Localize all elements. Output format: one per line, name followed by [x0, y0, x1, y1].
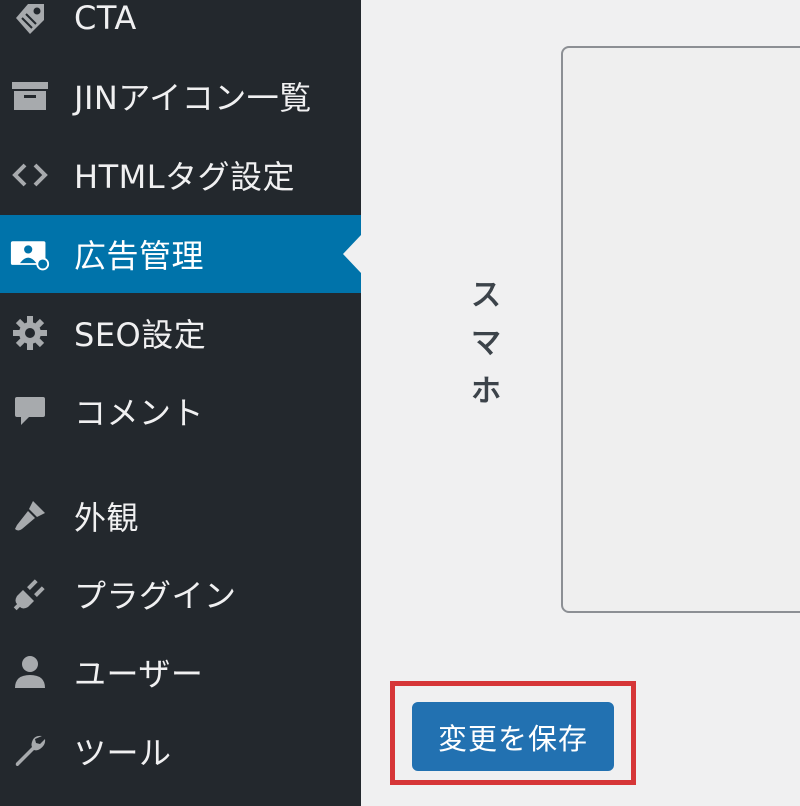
gear-icon: [10, 313, 50, 353]
wrench-icon: [10, 731, 50, 771]
sidebar-item-plugins[interactable]: プラグイン: [0, 555, 361, 633]
paint-brush-icon: [10, 496, 50, 536]
sidebar-item-label: コメント: [74, 394, 205, 432]
sidebar-item-ad-management[interactable]: 広告管理: [0, 215, 361, 293]
sidebar-item-label: HTMLタグ設定: [74, 158, 296, 196]
sidebar-item-tools[interactable]: ツール: [0, 712, 361, 790]
current-item-arrow: [343, 235, 361, 273]
code-icon: [10, 155, 50, 195]
sidebar-item-label: 広告管理: [74, 237, 205, 275]
device-label: スマホ: [471, 278, 501, 409]
sidebar-item-label: SEO設定: [74, 316, 207, 354]
sidebar-item-jin-icons[interactable]: JINアイコン一覧: [0, 57, 361, 135]
ad-code-textarea[interactable]: [561, 46, 800, 613]
sidebar-item-seo[interactable]: SEO設定: [0, 294, 361, 372]
sidebar-item-label: ツール: [74, 734, 172, 772]
sidebar-item-label: CTA: [74, 0, 137, 37]
plug-icon: [10, 574, 50, 614]
save-changes-button[interactable]: 変更を保存: [412, 702, 614, 771]
sidebar-item-label: 外観: [74, 499, 140, 537]
sidebar-item-label: ユーザー: [74, 655, 204, 693]
user-icon: [10, 652, 50, 692]
archive-icon: [10, 76, 50, 116]
sidebar-item-label: プラグイン: [74, 577, 237, 615]
ad-icon: [10, 234, 50, 274]
admin-sidebar: CTA JINアイコン一覧 HTMLタグ設定 広告管理 SEO設定 コメント 外…: [0, 0, 361, 806]
sidebar-item-comments[interactable]: コメント: [0, 372, 361, 450]
sidebar-item-appearance[interactable]: 外観: [0, 477, 361, 555]
comment-icon: [10, 391, 50, 431]
sidebar-item-html-tags[interactable]: HTMLタグ設定: [0, 136, 361, 214]
sidebar-item-label: JINアイコン一覧: [74, 79, 312, 117]
tag-icon: [10, 0, 50, 38]
sidebar-item-cta[interactable]: CTA: [0, 0, 361, 57]
sidebar-item-users[interactable]: ユーザー: [0, 633, 361, 711]
